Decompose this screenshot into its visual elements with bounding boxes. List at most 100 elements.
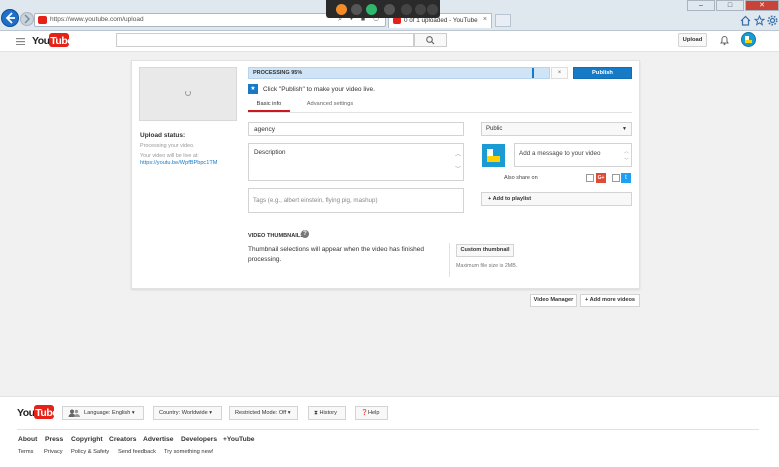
- footer-link-plus-youtube[interactable]: +YouTube: [223, 436, 255, 443]
- chat-icon[interactable]: [366, 4, 377, 15]
- tab-title: 0 of 1 uploaded - YouTube: [404, 17, 478, 24]
- share-message-field[interactable]: Add a message to your video ︿ ﹀: [514, 143, 632, 167]
- close-icon[interactable]: ×: [551, 67, 568, 79]
- footer-link-developers[interactable]: Developers: [181, 436, 217, 443]
- footer-link-advertise[interactable]: Advertise: [143, 436, 173, 443]
- help-label: Help: [367, 410, 380, 416]
- star-badge-icon: ★: [248, 84, 258, 94]
- hamburger-menu-icon[interactable]: [16, 38, 25, 45]
- loading-spinner-icon: [185, 90, 191, 96]
- publish-button[interactable]: Publish: [573, 67, 632, 79]
- add-more-videos-button[interactable]: + Add more videos: [580, 294, 640, 307]
- video-icon[interactable]: [384, 4, 395, 15]
- tab-close-icon[interactable]: ×: [483, 16, 487, 23]
- live-at-text: Your video will be live at:: [140, 153, 199, 159]
- tabs-divider: [248, 112, 632, 113]
- google-plus-icon[interactable]: G+: [596, 173, 606, 183]
- maximize-button[interactable]: □: [716, 0, 744, 11]
- close-window-button[interactable]: ✕: [745, 0, 779, 11]
- people-icon: [68, 409, 80, 417]
- twitter-icon[interactable]: t: [621, 173, 631, 183]
- svg-text:Tube: Tube: [35, 407, 55, 419]
- window-controls: – □ ✕: [687, 0, 779, 11]
- floating-toolbar: [326, 0, 440, 18]
- restricted-mode-picker[interactable]: Restricted Mode: Off ▾: [229, 406, 298, 420]
- footer-link-terms[interactable]: Terms: [18, 449, 33, 455]
- chevron-down-icon[interactable]: ﹀: [455, 164, 461, 173]
- footer-link-copyright[interactable]: Copyright: [71, 436, 103, 443]
- footer-youtube-logo[interactable]: You Tube: [17, 404, 55, 420]
- video-link[interactable]: https://youtu.be/WpfBPbpc1TM: [140, 160, 217, 166]
- video-manager-button[interactable]: Video Manager: [530, 294, 577, 307]
- help-icon[interactable]: ?: [301, 230, 309, 238]
- people-icon[interactable]: [401, 4, 412, 15]
- search-input[interactable]: [116, 33, 414, 47]
- home-icon[interactable]: [740, 15, 751, 26]
- search-button[interactable]: [414, 33, 447, 47]
- gplus-checkbox[interactable]: [586, 174, 594, 182]
- footer-link-policy[interactable]: Policy & Safety: [71, 449, 109, 455]
- bell-icon[interactable]: [719, 34, 730, 46]
- max-file-size-note: Maximum file size is 2MB.: [456, 263, 518, 269]
- address-url: https://www.youtube.com/upload: [50, 16, 144, 23]
- tab-basic-info[interactable]: Basic info: [248, 98, 290, 112]
- thumbnails-divider: [449, 243, 450, 277]
- add-to-playlist-button[interactable]: + Add to playlist: [481, 192, 632, 206]
- package-icon[interactable]: [336, 4, 347, 15]
- arrow-right-icon: [24, 14, 30, 24]
- tags-placeholder: Tags (e.g., albert einstein, flying pig,…: [253, 197, 378, 204]
- upload-status-label: Upload status:: [140, 132, 186, 139]
- thumbnails-message: Thumbnail selections will appear when th…: [248, 246, 424, 263]
- processing-text: Processing your video.: [140, 143, 195, 149]
- share-message-placeholder: Add a message to your video: [519, 150, 601, 157]
- title-field[interactable]: agency: [248, 122, 464, 136]
- help-button[interactable]: ❓Help: [355, 406, 388, 420]
- processing-progress-bar: PROCESSING 95%: [248, 67, 550, 79]
- footer-link-about[interactable]: About: [18, 436, 37, 443]
- tab-favicon-icon: [393, 17, 401, 24]
- minimize-button[interactable]: –: [687, 0, 715, 11]
- privacy-select[interactable]: Public ▼: [481, 122, 632, 136]
- youtube-logo[interactable]: You Tube: [32, 32, 70, 48]
- avatar[interactable]: [741, 32, 756, 47]
- scroll-arrows-icon[interactable]: ︿ ﹀: [624, 148, 629, 166]
- video-thumbnails-label: VIDEO THUMBNAILS: [248, 233, 304, 239]
- country-picker[interactable]: Country: Worldwide ▾: [153, 406, 222, 420]
- favorites-star-icon[interactable]: [754, 15, 765, 26]
- youtube-favicon-icon: [38, 16, 47, 24]
- history-button[interactable]: ⧗ History: [308, 406, 346, 420]
- tab-advanced-settings[interactable]: Advanced settings: [300, 98, 360, 112]
- footer-divider: [17, 429, 759, 430]
- custom-thumbnail-button[interactable]: Custom thumbnail: [456, 244, 514, 257]
- bubble-icon[interactable]: [415, 4, 426, 15]
- history-label: History: [319, 410, 337, 416]
- arrow-left-icon: [5, 12, 15, 24]
- help-circle-icon: ❓: [361, 410, 368, 416]
- progress-text: PROCESSING 95%: [253, 70, 303, 76]
- svg-text:You: You: [32, 35, 50, 47]
- footer-link-privacy[interactable]: Privacy: [44, 449, 63, 455]
- new-tab-button[interactable]: [495, 14, 511, 27]
- tags-field[interactable]: Tags (e.g., albert einstein, flying pig,…: [248, 188, 464, 213]
- back-button[interactable]: [1, 9, 19, 27]
- footer-link-try-new[interactable]: Try something new!: [164, 449, 213, 455]
- privacy-value: Public: [486, 126, 503, 132]
- gear-icon[interactable]: [767, 15, 778, 26]
- also-share-label: Also share on: [504, 175, 538, 181]
- channel-avatar: [482, 144, 505, 167]
- footer-link-press[interactable]: Press: [45, 436, 63, 443]
- search-icon: [426, 36, 435, 45]
- minimize-overlay-icon[interactable]: [427, 4, 438, 15]
- twitter-checkbox[interactable]: [612, 174, 620, 182]
- phone-icon[interactable]: [351, 4, 362, 15]
- description-value: Description: [254, 149, 286, 156]
- description-field[interactable]: Description ︿ ﹀: [248, 143, 464, 181]
- svg-text:Tube: Tube: [50, 35, 70, 47]
- chevron-up-icon[interactable]: ︿: [455, 149, 461, 158]
- forward-button[interactable]: [20, 12, 34, 26]
- publish-hint: Click "Publish" to make your video live.: [263, 86, 375, 93]
- upload-button[interactable]: Upload: [678, 33, 707, 47]
- footer-link-creators[interactable]: Creators: [109, 436, 137, 443]
- title-value: agency: [254, 126, 275, 133]
- footer-link-feedback[interactable]: Send feedback: [118, 449, 156, 455]
